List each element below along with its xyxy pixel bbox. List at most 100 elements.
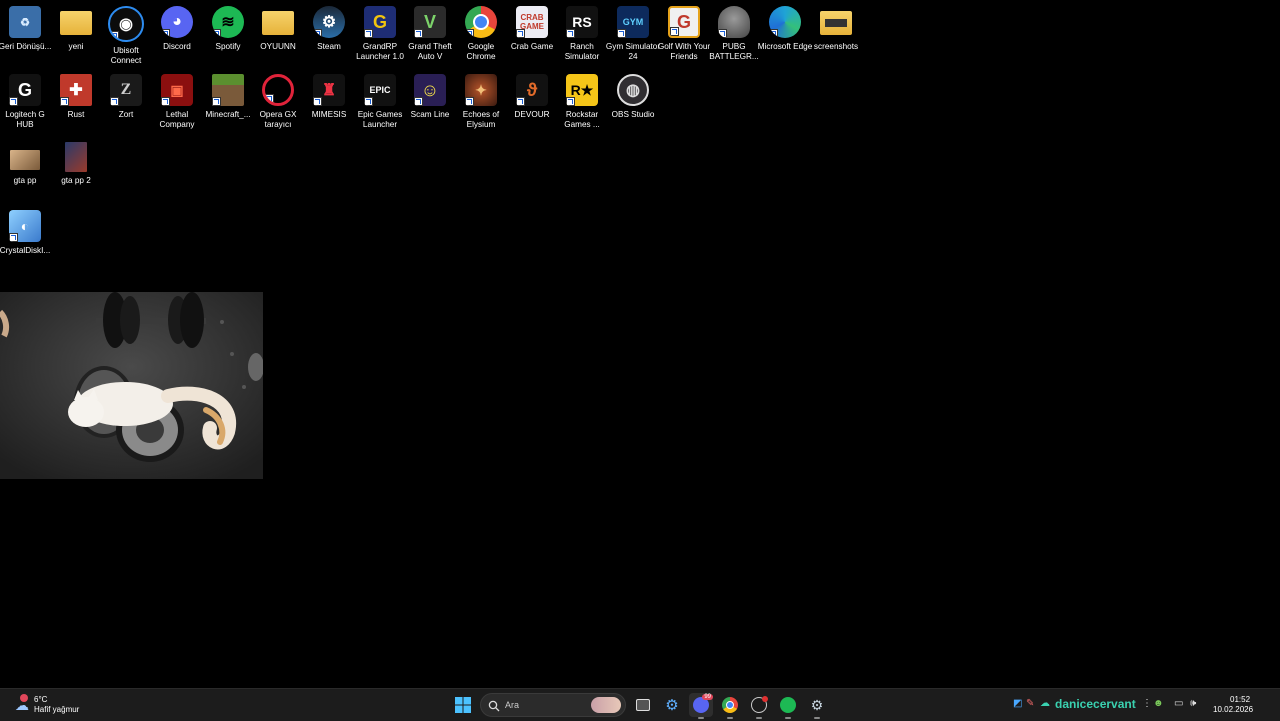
echoes-icon: ✦ bbox=[465, 74, 497, 106]
task-view-icon bbox=[636, 699, 650, 711]
desktop-icon-epic-games[interactable]: EPIC Epic Games Launcher bbox=[355, 74, 405, 138]
desktop-icon-crystaldiskinfo[interactable]: ◐ CrystalDiskI... bbox=[0, 210, 50, 274]
desktop-icon-crab-game[interactable]: CRAB GAME Crab Game bbox=[507, 6, 557, 70]
epic-games-icon: EPIC bbox=[364, 74, 396, 106]
task-view-button[interactable] bbox=[631, 693, 655, 717]
desktop-icon-lethal-company[interactable]: ▣ Lethal Company bbox=[152, 74, 202, 138]
weather-description[interactable]: Hafif yağmur bbox=[34, 705, 79, 714]
desktop-icon-mimesis[interactable]: ♜ MIMESIS bbox=[304, 74, 354, 138]
taskbar-app-chrome[interactable] bbox=[718, 693, 742, 719]
desktop-icon-spotify[interactable]: ≋ Spotify bbox=[203, 6, 253, 70]
weather-temperature[interactable]: 6°C bbox=[34, 695, 47, 704]
desktop-icon-label: Zort bbox=[118, 110, 134, 119]
desktop-icon-label: Spotify bbox=[215, 42, 241, 51]
opera-gx-icon bbox=[262, 74, 294, 106]
desktop-icon-pubg[interactable]: PUBG BATTLEGR... bbox=[709, 6, 759, 70]
desktop-icon-screenshots[interactable]: screenshots bbox=[811, 6, 861, 70]
desktop-icon-obs-studio[interactable]: ◍ OBS Studio bbox=[608, 74, 658, 138]
desktop-icon-google-chrome[interactable]: Google Chrome bbox=[456, 6, 506, 70]
tray-pen-icon[interactable]: ✎ bbox=[1026, 698, 1034, 709]
taskbar-app-settings-tool[interactable]: ⚙ bbox=[660, 693, 684, 717]
tray-cloud-icon[interactable]: ☁ bbox=[1040, 698, 1050, 709]
desktop-icon-label: Rust bbox=[67, 110, 85, 119]
rust-icon: ✚ bbox=[60, 74, 92, 106]
desktop-icon-gta-pp-2[interactable]: gta pp 2 bbox=[51, 142, 101, 206]
desktop-icon-zort[interactable]: Z Zort bbox=[101, 74, 151, 138]
desktop-icon-label: Opera GX tarayıcı bbox=[259, 110, 297, 129]
desktop-icon-gta5[interactable]: V Grand Theft Auto V bbox=[405, 6, 455, 70]
taskbar-app-spotify[interactable] bbox=[776, 693, 800, 719]
steam-icon: ⚙ bbox=[313, 6, 345, 38]
discord-icon: ◕ bbox=[161, 6, 193, 38]
logitech-icon: G bbox=[9, 74, 41, 106]
desktop-icon-yeni[interactable]: yeni bbox=[51, 6, 101, 70]
desktop-icon-echoes-of-elysium[interactable]: ✦ Echoes of Elysium bbox=[456, 74, 506, 138]
tray-username[interactable]: danicecervant bbox=[1055, 697, 1136, 711]
windows-logo-icon bbox=[455, 697, 471, 713]
active-indicator bbox=[785, 717, 791, 719]
desktop-icon-recycle-bin[interactable]: ♻ Geri Dönüşü... bbox=[0, 6, 52, 70]
volume-icon[interactable]: 🕪 bbox=[1190, 698, 1196, 709]
desktop-icon-label: Discord bbox=[163, 42, 191, 51]
cat-dumbbell-picture bbox=[0, 292, 263, 479]
grandrp-icon: G bbox=[364, 6, 396, 38]
spotify-icon bbox=[780, 697, 796, 713]
zort-icon: Z bbox=[110, 74, 142, 106]
desktop-icon-gta-pp[interactable]: gta pp bbox=[0, 142, 50, 206]
gym-simulator-icon: GYM bbox=[617, 6, 649, 38]
folder-icon bbox=[262, 11, 294, 35]
desktop-icon-label: OBS Studio bbox=[611, 110, 655, 119]
desktop-icon-opera-gx[interactable]: Opera GX tarayıcı bbox=[253, 74, 303, 138]
desktop-icon-logitech-g-hub[interactable]: G Logitech G HUB bbox=[0, 74, 50, 138]
chrome-icon bbox=[722, 697, 738, 713]
network-icon[interactable]: ▭ bbox=[1174, 698, 1183, 709]
folder-icon bbox=[60, 11, 92, 35]
desktop-icon-label: Lethal Company bbox=[159, 110, 195, 129]
start-button[interactable] bbox=[451, 693, 475, 717]
desktop-icon-label: Golf With Your Friends bbox=[657, 42, 711, 61]
desktop-icon-label: Ubisoft Connect bbox=[110, 46, 142, 65]
desktop-icon-label: MIMESIS bbox=[311, 110, 347, 119]
gta5-icon: V bbox=[414, 6, 446, 38]
golf-icon: G bbox=[668, 6, 700, 38]
desktop-icon-devour[interactable]: ϑ DEVOUR bbox=[507, 74, 557, 138]
discord-notification-badge: 99 bbox=[702, 694, 713, 700]
desktop-icon-gym-simulator[interactable]: GYM Gym Simulator 24 bbox=[606, 6, 660, 70]
tray-app-icon[interactable]: ◩ bbox=[1013, 698, 1022, 709]
image-file-icon bbox=[10, 150, 40, 170]
desktop-icon-label: Geri Dönüşü... bbox=[0, 42, 52, 51]
desktop-icon-label: yeni bbox=[68, 42, 84, 51]
desktop-icon-discord[interactable]: ◕ Discord bbox=[152, 6, 202, 70]
desktop-icon-label: Steam bbox=[317, 42, 341, 51]
crystaldiskinfo-icon: ◐ bbox=[9, 210, 41, 242]
desktop-icon-steam[interactable]: ⚙ Steam bbox=[304, 6, 354, 70]
desktop-icon-oyuunn[interactable]: OYUUNN bbox=[253, 6, 303, 70]
desktop-icon-scam-line[interactable]: ☺ Scam Line bbox=[405, 74, 455, 138]
desktop-icon-label: gta pp 2 bbox=[61, 176, 91, 185]
taskbar-app-discord[interactable]: 99 bbox=[689, 693, 713, 719]
clock-time[interactable]: 01:52 bbox=[1230, 695, 1250, 704]
desktop-icon-rust[interactable]: ✚ Rust bbox=[51, 74, 101, 138]
clock-date[interactable]: 10.02.2026 bbox=[1213, 705, 1253, 714]
taskbar-search-box[interactable]: Ara bbox=[480, 693, 626, 717]
crab-game-icon: CRAB GAME bbox=[516, 6, 548, 38]
desktop-icon-label: Grand Theft Auto V bbox=[408, 42, 452, 61]
desktop-icon-ranch-simulator[interactable]: RS Ranch Simulator bbox=[557, 6, 607, 70]
weather-widget[interactable]: ☁ bbox=[10, 693, 34, 717]
desktop-icon-minecraft[interactable]: Minecraft_... bbox=[203, 74, 253, 138]
obs-icon: ◍ bbox=[617, 74, 649, 106]
desktop-icon-golf-with-your-friends[interactable]: G Golf With Your Friends bbox=[657, 6, 711, 70]
desktop-icon-rockstar-games[interactable]: R★ Rockstar Games ... bbox=[557, 74, 607, 138]
taskbar-app-steam[interactable]: ⚙ bbox=[805, 693, 829, 719]
desktop-icon-label: Minecraft_... bbox=[205, 110, 251, 119]
tray-overflow-icon[interactable]: ⋮ bbox=[1142, 698, 1152, 709]
desktop-icon-microsoft-edge[interactable]: Microsoft Edge bbox=[758, 6, 812, 70]
desktop-icon-ubisoft-connect[interactable]: ◉ Ubisoft Connect bbox=[101, 6, 151, 70]
desktop-icon-label: gta pp bbox=[13, 176, 37, 185]
tray-frog-icon[interactable]: ☻ bbox=[1153, 698, 1164, 709]
steam-icon: ⚙ bbox=[810, 696, 824, 713]
ubisoft-icon: ◉ bbox=[108, 6, 144, 42]
mimesis-icon: ♜ bbox=[313, 74, 345, 106]
desktop-icon-grandrp[interactable]: G GrandRP Launcher 1.0 bbox=[355, 6, 405, 70]
taskbar-app-record[interactable] bbox=[747, 693, 771, 719]
